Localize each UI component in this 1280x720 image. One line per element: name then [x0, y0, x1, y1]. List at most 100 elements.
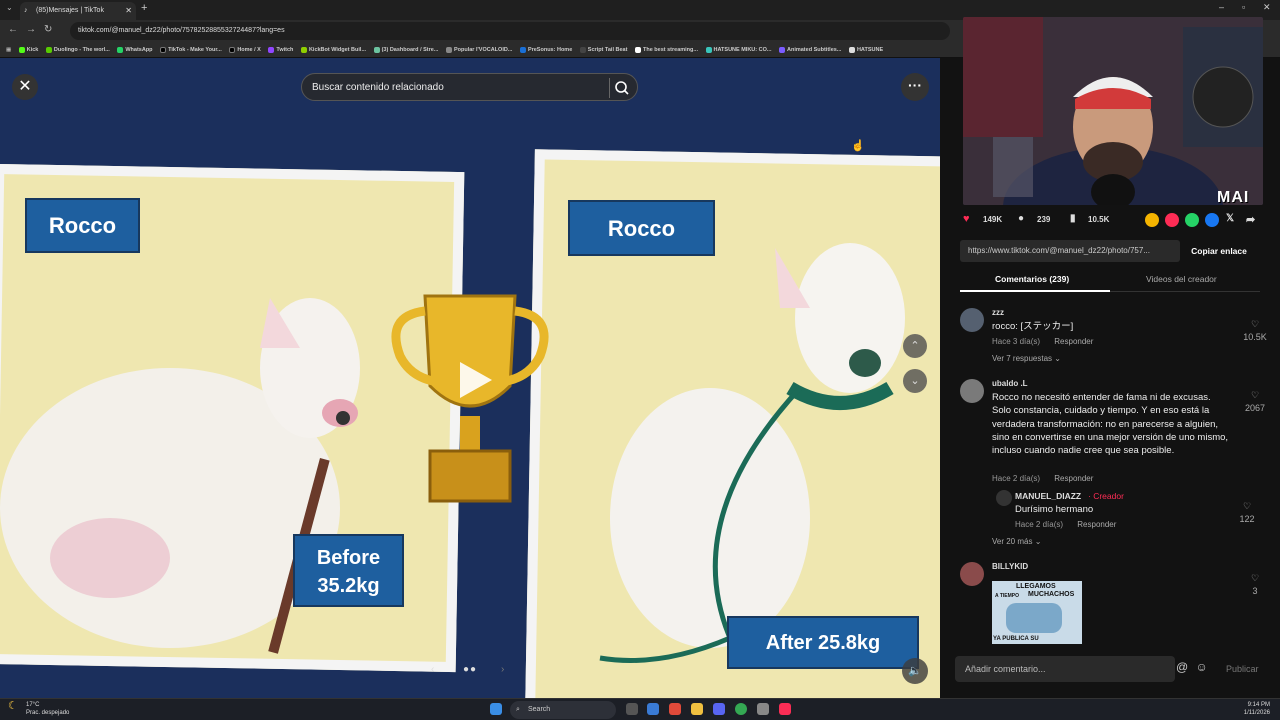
- forward-icon[interactable]: →: [26, 24, 36, 35]
- taskbar-search[interactable]: ⌕ Search: [510, 701, 616, 719]
- photo-viewer[interactable]: Rocco Rocco Before 35.2kg After 25.8kg ✕…: [0, 58, 940, 698]
- comment-time: Hace 3 día(s): [992, 337, 1041, 346]
- app-icon[interactable]: [669, 703, 681, 715]
- next-post-button[interactable]: ⌄: [903, 369, 927, 393]
- tab-creator-videos[interactable]: Videos del creador: [1146, 274, 1217, 284]
- browser-tab[interactable]: ♪ (85)Mensajes | TikTok ✕: [20, 2, 136, 20]
- meme-sticker-image[interactable]: LLEGAMOS A TIEMPO MUCHACHOS YA PUBLICA S…: [992, 581, 1082, 644]
- reply-button[interactable]: Responder: [1077, 520, 1116, 529]
- tab-comments[interactable]: Comentarios (239): [995, 274, 1069, 284]
- add-comment-input[interactable]: Añadir comentario...: [955, 656, 1175, 682]
- bookmark[interactable]: KickBot Widget Buil...: [300, 42, 366, 57]
- x-icon[interactable]: 𝕏: [1226, 213, 1240, 227]
- facebook-icon[interactable]: [1205, 213, 1219, 227]
- reply-button[interactable]: Responder: [1054, 337, 1093, 346]
- bookmark-label: Popular l'VOCALOID...: [453, 47, 513, 53]
- reply-time: Hace 2 día(s): [1015, 520, 1064, 529]
- avatar[interactable]: [960, 308, 984, 332]
- carousel-next-icon[interactable]: ›: [501, 664, 504, 675]
- bookmark[interactable]: HATSUNE MIKU: CO...: [705, 42, 772, 57]
- system-clock[interactable]: 9:14 PM 1/11/2026: [1244, 701, 1270, 717]
- bookmark[interactable]: Popular l'VOCALOID...: [445, 42, 513, 57]
- bookmark-label: HATSUNE MIKU: CO...: [713, 47, 772, 53]
- heart-outline-icon[interactable]: ♡: [1240, 318, 1270, 331]
- bookmark[interactable]: Home / X: [229, 42, 261, 57]
- share-send-icon[interactable]: [1165, 213, 1179, 227]
- url-text: tiktok.com/@manuel_dz22/photo/7578252885…: [78, 27, 285, 34]
- share-link-field[interactable]: https://www.tiktok.com/@manuel_dz22/phot…: [960, 240, 1180, 262]
- bookmark[interactable]: WhatsApp: [117, 42, 153, 57]
- comment-username[interactable]: ubaldo .L: [992, 379, 1028, 388]
- chrome-icon[interactable]: [735, 703, 747, 715]
- task-view-icon[interactable]: [626, 703, 638, 715]
- apps-icon[interactable]: ▦: [6, 42, 11, 57]
- comment-like[interactable]: ♡ 2067: [1240, 389, 1270, 415]
- search-icon[interactable]: [609, 78, 629, 98]
- copy-link-button[interactable]: Copiar enlace: [1182, 240, 1256, 262]
- saves-count: 10.5K: [1088, 215, 1110, 224]
- avatar[interactable]: [960, 562, 984, 586]
- weather-text: Prac. despejado: [26, 710, 70, 716]
- heart-outline-icon[interactable]: ♡: [1240, 572, 1270, 585]
- reply-like[interactable]: ♡ 122: [1232, 500, 1262, 526]
- windows-start-icon[interactable]: [490, 703, 502, 715]
- back-icon[interactable]: ←: [8, 24, 18, 35]
- bookmark[interactable]: Twitch: [268, 42, 293, 57]
- weather-widget[interactable]: ☾ 17°C Prac. despejado: [8, 701, 69, 717]
- comment-username[interactable]: BILLYKID: [992, 562, 1028, 571]
- reply-like-count: 122: [1239, 514, 1255, 524]
- heart-outline-icon[interactable]: ♡: [1240, 389, 1270, 402]
- comment-like[interactable]: ♡ 3: [1240, 572, 1270, 598]
- minimize-icon[interactable]: –: [1219, 2, 1224, 12]
- publish-button[interactable]: Publicar: [1226, 664, 1259, 674]
- bookmark-icon[interactable]: ▮: [1070, 213, 1076, 224]
- bookmark-label: Home / X: [237, 47, 261, 53]
- tab-close-icon[interactable]: ✕: [125, 2, 132, 20]
- reply-username[interactable]: MANUEL_DIAZZ: [1015, 491, 1081, 501]
- emoji-icon[interactable]: ☺: [1196, 660, 1208, 674]
- clock-time: 9:14 PM: [1247, 702, 1270, 708]
- reply-button[interactable]: Responder: [1054, 474, 1093, 483]
- share-repost-icon[interactable]: [1145, 213, 1159, 227]
- bookmark[interactable]: Script Tail Beat: [579, 42, 627, 57]
- previous-post-button[interactable]: ⌃: [903, 334, 927, 358]
- share-arrow-icon[interactable]: ➦: [1246, 213, 1260, 227]
- comment-username[interactable]: zzz: [992, 308, 1004, 317]
- whatsapp-icon[interactable]: [1185, 213, 1199, 227]
- carousel-prev-icon[interactable]: ‹: [431, 664, 434, 675]
- before-weight-label: Before 35.2kg: [293, 534, 404, 607]
- discord-icon[interactable]: [713, 703, 725, 715]
- bookmark[interactable]: The best streaming...: [634, 42, 698, 57]
- settings-icon[interactable]: [757, 703, 769, 715]
- reload-icon[interactable]: ↻: [44, 24, 52, 35]
- bookmark[interactable]: Kick: [18, 42, 38, 57]
- app-icon[interactable]: [647, 703, 659, 715]
- bookmark[interactable]: (3) Dashboard / Stre...: [373, 42, 438, 57]
- window-close-icon[interactable]: ✕: [1263, 2, 1271, 13]
- bookmark[interactable]: HATSUNE: [848, 42, 883, 57]
- maximize-icon[interactable]: ▫: [1242, 2, 1245, 12]
- file-explorer-icon[interactable]: [691, 703, 703, 715]
- play-icon[interactable]: [452, 358, 496, 402]
- bookmark[interactable]: TikTok - Make Your...: [160, 42, 222, 57]
- volume-icon[interactable]: 🔈: [902, 658, 928, 684]
- view-more-link[interactable]: Ver 20 más ⌄: [992, 537, 1041, 546]
- avatar[interactable]: [996, 490, 1012, 506]
- bookmark[interactable]: Duolingo - The worl...: [45, 42, 110, 57]
- avatar[interactable]: [960, 379, 984, 403]
- bookmark[interactable]: PreSonus: Home: [519, 42, 572, 57]
- new-tab-icon[interactable]: +: [141, 2, 147, 14]
- heart-icon[interactable]: ♥: [963, 213, 970, 225]
- more-options-button[interactable]: ···: [901, 73, 929, 101]
- tab-menu-icon[interactable]: ⌄: [6, 3, 13, 12]
- related-search-input[interactable]: Buscar contenido relacionado: [301, 73, 638, 101]
- url-field[interactable]: tiktok.com/@manuel_dz22/photo/7578252885…: [70, 22, 950, 40]
- comment-icon[interactable]: ●: [1018, 213, 1024, 224]
- mention-icon[interactable]: @: [1176, 660, 1188, 674]
- music-app-icon[interactable]: [779, 703, 791, 715]
- view-replies-link[interactable]: Ver 7 respuestas ⌄: [992, 354, 1061, 363]
- close-viewer-button[interactable]: ✕: [12, 74, 38, 100]
- comment-like[interactable]: ♡ 10.5K: [1240, 318, 1270, 344]
- heart-outline-icon[interactable]: ♡: [1232, 500, 1262, 513]
- bookmark[interactable]: Animated Subtitles...: [779, 42, 841, 57]
